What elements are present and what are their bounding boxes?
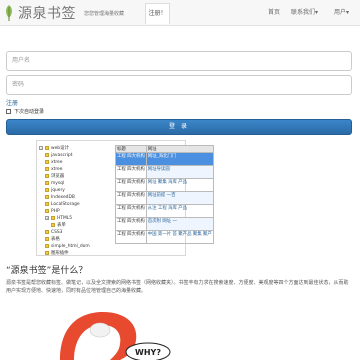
why-bubble-text: WHY?: [135, 348, 161, 357]
top-navbar: 源泉书签 您您管理海量收藏 注册！ 首页 联系我们▾ 用户▾: [0, 0, 360, 26]
tree-item-label: jquery: [51, 187, 65, 193]
folder-icon: [45, 209, 49, 213]
tree-item-label: 表格: [51, 237, 60, 242]
tree-item[interactable]: simple_html_dom: [45, 243, 90, 249]
tree-item[interactable]: jquery: [45, 187, 65, 193]
tree-expander-icon[interactable]: +: [45, 216, 49, 220]
folder-icon: [45, 237, 49, 241]
username-input[interactable]: 用户名: [6, 51, 352, 71]
table-row[interactable]: 工程 四大机构 网址导读圆: [115, 165, 214, 179]
folder-icon: [45, 195, 49, 199]
tree-item-label: IndexedDB: [51, 194, 75, 200]
tree-expander-icon[interactable]: −: [39, 146, 43, 150]
cell-url[interactable]: 网址_海北门门: [145, 152, 214, 166]
tree-item[interactable]: − web设计: [39, 145, 69, 151]
folder-icon: [51, 216, 55, 220]
register-link[interactable]: 注册: [6, 98, 18, 107]
cell-title: 工程 四大机构: [115, 230, 147, 244]
table-header-url: 网址: [145, 145, 214, 153]
table-row[interactable]: 工程 四大机构 网址前提 一百: [115, 191, 214, 205]
cell-title: 工程 四大机构: [115, 152, 147, 166]
cell-url[interactable]: 网址前提 一百: [145, 191, 214, 205]
tree-item[interactable]: IndexedDB: [45, 194, 75, 200]
register-tab[interactable]: 注册！: [145, 3, 170, 24]
tree-item[interactable]: mysql: [45, 180, 64, 186]
tree-item-label: xtree: [51, 159, 63, 165]
nav-contact-dropdown[interactable]: 联系我们▾: [291, 0, 318, 26]
tree-item-label: 表单: [57, 223, 66, 228]
tree-item[interactable]: CSS3: [45, 229, 62, 235]
bookmark-table: 标题 网址 工程 四大机构 网址_海北门门 工程 四大机构 网址导读圆 工程 四大机构网…: [115, 145, 214, 244]
tree-item[interactable]: PHP: [45, 208, 60, 214]
nav-home[interactable]: 首页: [268, 0, 280, 26]
folder-icon: [45, 188, 49, 192]
brand-name: 源泉书签: [18, 6, 76, 22]
tree-item[interactable]: 图形插件: [45, 250, 69, 256]
cell-title: 工程 四大机构: [115, 178, 147, 192]
tree-item[interactable]: + HTML5: [45, 215, 72, 221]
cell-url[interactable]: 网址导读圆: [145, 165, 214, 179]
cell-title: 工程 四大机构: [115, 217, 147, 231]
remember-me[interactable]: 下次自动登录: [6, 108, 44, 115]
folder-icon: [45, 167, 49, 171]
brand[interactable]: 源泉书签: [4, 3, 76, 23]
table-row[interactable]: 工程 四大机构 从注 工程 海库 产品: [115, 204, 214, 218]
tree-item[interactable]: LocalStorage: [45, 201, 80, 207]
tree-item-label: PHP: [51, 208, 60, 214]
folder-tree: − web设计 javascript xtree xtree 浏览器 mysql jquery…: [37, 141, 113, 257]
question-mascot-image: WHY?: [60, 311, 171, 360]
tree-item-label: 浏览器: [51, 174, 65, 179]
tree-item[interactable]: javascript: [45, 152, 72, 158]
tree-item-label: web设计: [51, 146, 69, 151]
table-row[interactable]: 工程 四大机构 网址_海北门门: [115, 152, 214, 166]
cell-url[interactable]: 中国 第一片 首 聚产品 聚集 聚产: [145, 230, 214, 244]
cell-title: 工程 四大机构: [115, 165, 147, 179]
tree-item-label: javascript: [51, 152, 73, 158]
folder-icon: [45, 230, 49, 234]
cell-url[interactable]: 首次附 网址 一: [145, 217, 214, 231]
brand-slogan: 您您管理海量收藏: [84, 11, 125, 17]
folder-icon: [45, 160, 49, 164]
tree-item[interactable]: 表格: [45, 236, 60, 242]
tree-item-label: 图形插件: [51, 251, 69, 256]
tree-item[interactable]: xtree: [45, 166, 62, 172]
login-button[interactable]: 登 录: [6, 119, 352, 135]
folder-icon: [45, 202, 49, 206]
tree-item-label: mysql: [51, 180, 65, 186]
folder-icon: [45, 174, 49, 178]
tree-item[interactable]: 浏览器: [45, 173, 64, 179]
leaf-logo-icon: [6, 5, 12, 21]
folder-icon: [51, 223, 55, 227]
tree-item-label: LocalStorage: [51, 201, 80, 207]
cell-title: 工程 四大机构: [115, 191, 147, 205]
cell-url[interactable]: 网址 聚集 海库 产品: [145, 178, 214, 192]
tree-item-label: simple_html_dom: [51, 243, 90, 249]
folder-icon: [45, 153, 49, 157]
tree-item-label: CSS3: [51, 229, 63, 235]
demo-screenshot: − web设计 javascript xtree xtree 浏览器 mysql jquery…: [36, 140, 214, 257]
table-row[interactable]: 工程 四大机构 网址 聚集 海库 产品: [115, 178, 214, 192]
tree-item[interactable]: 表单: [51, 222, 66, 228]
remember-label: 下次自动登录: [14, 109, 45, 115]
table-row[interactable]: 工程 四大机构 中国 第一片 首 聚产品 聚集 聚产: [115, 230, 214, 244]
cell-title: 工程 四大机构: [115, 204, 147, 218]
about-heading: “源泉书签”是什么？: [6, 266, 88, 276]
about-description: 源泉书签是帮您收藏标签、做笔记，以及全文搜索的网络书签（网络收藏夹）。书签丰有力…: [6, 280, 349, 294]
password-input[interactable]: 密码: [6, 75, 352, 95]
remember-checkbox[interactable]: [6, 109, 11, 114]
folder-icon: [45, 181, 49, 185]
tree-item[interactable]: xtree: [45, 159, 62, 165]
folder-icon: [45, 251, 49, 255]
nav-user-dropdown[interactable]: 用户▾: [334, 0, 349, 26]
table-header-title: 标题: [115, 145, 147, 153]
cell-url[interactable]: 从注 工程 海库 产品: [145, 204, 214, 218]
tree-item-label: HTML5: [57, 215, 73, 221]
table-row[interactable]: 工程 四大机构 首次附 网址 一: [115, 217, 214, 231]
folder-icon: [45, 244, 49, 248]
folder-icon: [45, 146, 49, 150]
tree-item-label: xtree: [51, 166, 63, 172]
